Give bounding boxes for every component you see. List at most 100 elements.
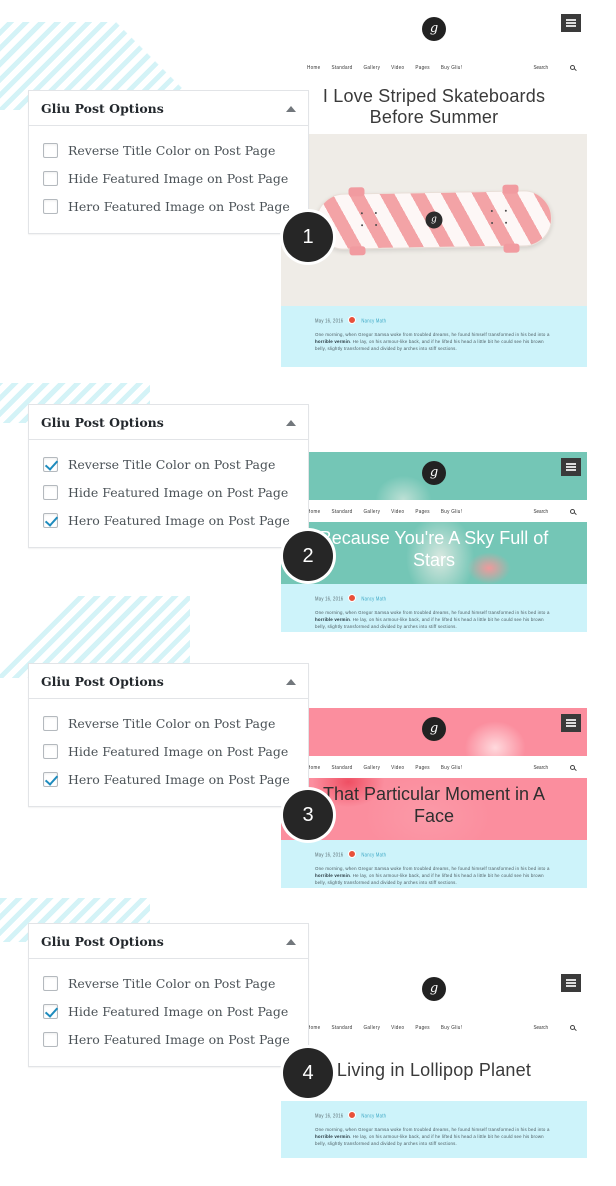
nav-item-pages[interactable]: Pages xyxy=(415,764,430,770)
nav-item-home[interactable]: Home xyxy=(307,64,320,70)
gliu-monogram-logo[interactable]: g xyxy=(422,461,446,485)
search-icon[interactable] xyxy=(570,64,575,70)
search-label[interactable]: Search xyxy=(533,764,548,770)
metabox-panel-3: Gliu Post Options Reverse Title Color on… xyxy=(28,663,309,807)
site-topbar: g xyxy=(281,8,587,56)
checkbox-reverse-title[interactable] xyxy=(43,143,58,158)
nav-item-gallery[interactable]: Gallery xyxy=(364,1024,381,1030)
option-row-hero-featured[interactable]: Hero Featured Image on Post Page xyxy=(43,766,294,794)
metabox-header[interactable]: Gliu Post Options xyxy=(29,91,308,126)
hamburger-menu-icon[interactable] xyxy=(561,458,581,476)
nav-item-standard[interactable]: Standard xyxy=(331,64,352,70)
excerpt-pre: One morning, when Gregor Samsa woke from… xyxy=(315,610,550,615)
chevron-up-icon[interactable] xyxy=(286,678,296,685)
post-author[interactable]: Nancy Math xyxy=(361,851,386,857)
checkbox-hide-featured[interactable] xyxy=(43,171,58,186)
checkbox-hide-featured[interactable] xyxy=(43,1004,58,1019)
nav-item-video[interactable]: Video xyxy=(391,508,404,514)
hamburger-menu-icon[interactable] xyxy=(561,974,581,992)
checkbox-hero-featured[interactable] xyxy=(43,199,58,214)
option-row-reverse-title[interactable]: Reverse Title Color on Post Page xyxy=(43,710,294,738)
metabox-body: Reverse Title Color on Post Page Hide Fe… xyxy=(29,699,308,806)
checkbox-hero-featured[interactable] xyxy=(43,772,58,787)
search-label[interactable]: Search xyxy=(533,64,548,70)
checkbox-hero-featured[interactable] xyxy=(43,1032,58,1047)
metabox-title: Gliu Post Options xyxy=(41,101,164,116)
metabox-header[interactable]: Gliu Post Options xyxy=(29,405,308,440)
gliu-monogram-logo[interactable]: g xyxy=(422,977,446,1001)
post-preview-1: g Home Standard Gallery Video Pages Buy … xyxy=(281,8,587,375)
chevron-up-icon[interactable] xyxy=(286,105,296,112)
option-row-hide-featured[interactable]: Hide Featured Image on Post Page xyxy=(43,998,294,1026)
option-row-hero-featured[interactable]: Hero Featured Image on Post Page xyxy=(43,1026,294,1054)
option-row-hide-featured[interactable]: Hide Featured Image on Post Page xyxy=(43,738,294,766)
excerpt-post: . He lay, on his armour-like back, and i… xyxy=(315,339,544,352)
nav-item-buy-gliu[interactable]: Buy Gliu! xyxy=(441,64,462,70)
nav-item-buy-gliu[interactable]: Buy Gliu! xyxy=(441,764,462,770)
nav-item-video[interactable]: Video xyxy=(391,64,404,70)
option-row-reverse-title[interactable]: Reverse Title Color on Post Page xyxy=(43,451,294,479)
chevron-up-icon[interactable] xyxy=(286,419,296,426)
option-row-hero-featured[interactable]: Hero Featured Image on Post Page xyxy=(43,507,294,535)
site-nav: Home Standard Gallery Video Pages Buy Gl… xyxy=(281,500,587,522)
gliu-monogram-logo[interactable]: g xyxy=(422,717,446,741)
nav-item-video[interactable]: Video xyxy=(391,1024,404,1030)
option-label: Reverse Title Color on Post Page xyxy=(68,976,276,991)
nav-item-video[interactable]: Video xyxy=(391,764,404,770)
post-author[interactable]: Nancy Math xyxy=(361,595,386,601)
nav-item-home[interactable]: Home xyxy=(307,764,320,770)
post-content-band: May 16, 2016 Nancy Math One morning, whe… xyxy=(281,1101,587,1158)
option-row-hide-featured[interactable]: Hide Featured Image on Post Page xyxy=(43,165,294,193)
nav-item-standard[interactable]: Standard xyxy=(331,764,352,770)
nav-item-pages[interactable]: Pages xyxy=(415,508,430,514)
option-row-reverse-title[interactable]: Reverse Title Color on Post Page xyxy=(43,970,294,998)
excerpt-bold: horrible vermin xyxy=(315,339,350,345)
option-row-reverse-title[interactable]: Reverse Title Color on Post Page xyxy=(43,137,294,165)
metabox-header[interactable]: Gliu Post Options xyxy=(29,924,308,959)
nav-item-gallery[interactable]: Gallery xyxy=(364,764,381,770)
search-icon[interactable] xyxy=(570,764,575,770)
post-meta: May 16, 2016 Nancy Math xyxy=(315,594,553,602)
nav-item-buy-gliu[interactable]: Buy Gliu! xyxy=(441,508,462,514)
checkbox-hide-featured[interactable] xyxy=(43,744,58,759)
post-author[interactable]: Nancy Math xyxy=(361,1112,386,1118)
hamburger-menu-icon[interactable] xyxy=(561,714,581,732)
search-icon[interactable] xyxy=(570,508,575,514)
nav-item-home[interactable]: Home xyxy=(307,508,320,514)
author-avatar xyxy=(348,850,357,858)
post-meta: May 16, 2016 Nancy Math xyxy=(315,316,553,324)
search-label[interactable]: Search xyxy=(533,508,548,514)
metabox-title: Gliu Post Options xyxy=(41,674,164,689)
option-label: Hero Featured Image on Post Page xyxy=(68,772,290,787)
option-row-hide-featured[interactable]: Hide Featured Image on Post Page xyxy=(43,479,294,507)
site-nav: Home Standard Gallery Video Pages Buy Gl… xyxy=(281,756,587,778)
step-badge-2: 2 xyxy=(283,531,333,581)
search-label[interactable]: Search xyxy=(533,1024,548,1030)
checkbox-hide-featured[interactable] xyxy=(43,485,58,500)
nav-item-standard[interactable]: Standard xyxy=(331,1024,352,1030)
metabox-panel-4: Gliu Post Options Reverse Title Color on… xyxy=(28,923,309,1067)
post-author[interactable]: Nancy Math xyxy=(361,317,386,323)
chevron-up-icon[interactable] xyxy=(286,938,296,945)
hamburger-menu-icon[interactable] xyxy=(561,14,581,32)
nav-item-pages[interactable]: Pages xyxy=(415,64,430,70)
metabox-header[interactable]: Gliu Post Options xyxy=(29,664,308,699)
checkbox-reverse-title[interactable] xyxy=(43,457,58,472)
metabox-title: Gliu Post Options xyxy=(41,415,164,430)
site-topbar: g xyxy=(281,452,587,500)
nav-item-home[interactable]: Home xyxy=(307,1024,320,1030)
checkbox-hero-featured[interactable] xyxy=(43,513,58,528)
gliu-monogram-logo[interactable]: g xyxy=(422,17,446,41)
nav-item-gallery[interactable]: Gallery xyxy=(364,508,381,514)
post-meta: May 16, 2016 Nancy Math xyxy=(315,1111,553,1119)
option-label: Reverse Title Color on Post Page xyxy=(68,716,276,731)
nav-item-standard[interactable]: Standard xyxy=(331,508,352,514)
nav-item-pages[interactable]: Pages xyxy=(415,1024,430,1030)
checkbox-reverse-title[interactable] xyxy=(43,716,58,731)
checkbox-reverse-title[interactable] xyxy=(43,976,58,991)
search-icon[interactable] xyxy=(570,1024,575,1030)
option-row-hero-featured[interactable]: Hero Featured Image on Post Page xyxy=(43,193,294,221)
nav-item-gallery[interactable]: Gallery xyxy=(364,64,381,70)
nav-item-buy-gliu[interactable]: Buy Gliu! xyxy=(441,1024,462,1030)
option-label: Hide Featured Image on Post Page xyxy=(68,171,289,186)
